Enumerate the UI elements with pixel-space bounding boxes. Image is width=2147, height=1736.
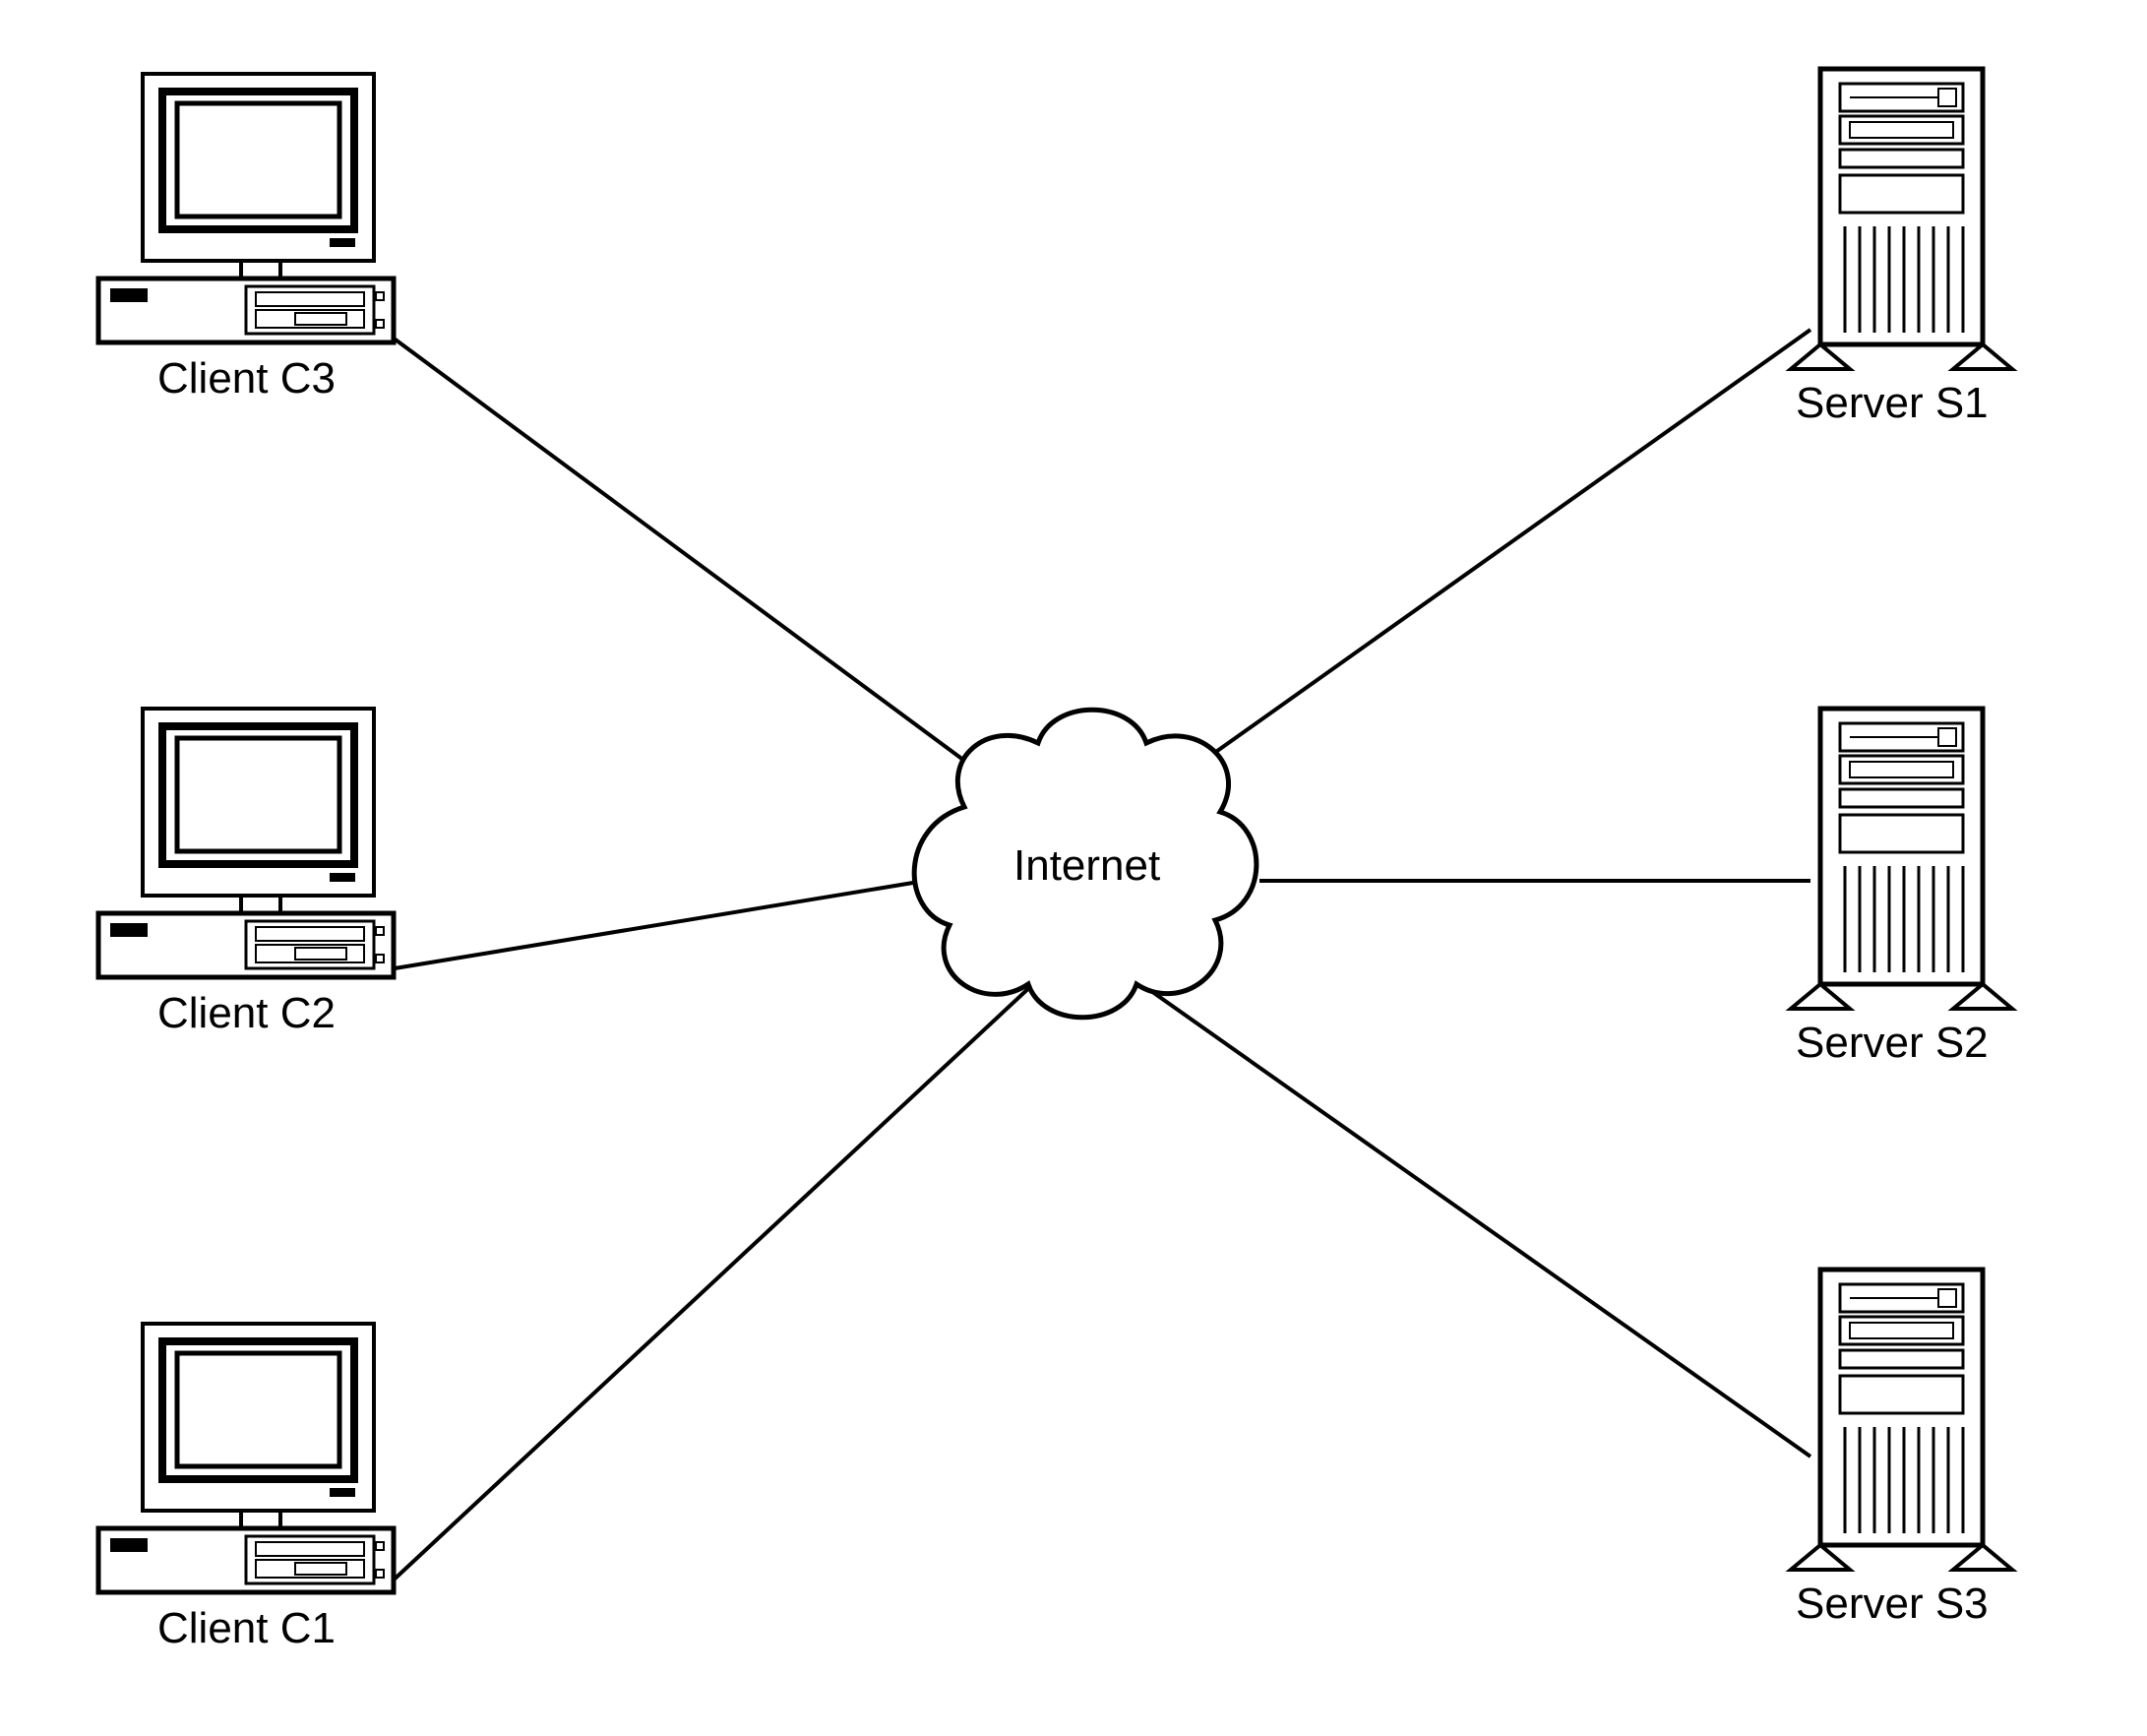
edge-c1-internet [389, 984, 1033, 1584]
client-c3-icon [98, 74, 394, 342]
server-s1-label: Server S1 [1796, 379, 1989, 428]
server-s2-icon [1791, 709, 2012, 1009]
client-c1-icon [98, 1324, 394, 1592]
edge-c3-internet [389, 335, 994, 782]
client-c2-label: Client C2 [157, 989, 336, 1038]
server-s2-label: Server S2 [1796, 1019, 1989, 1068]
edge-c2-internet [389, 881, 925, 969]
edge-s3-internet [1141, 984, 1810, 1457]
edge-s1-internet [1166, 330, 1810, 787]
client-c3-label: Client C3 [157, 354, 336, 403]
client-c2-icon [98, 709, 394, 977]
internet-label: Internet [1013, 841, 1160, 891]
client-c1-label: Client C1 [157, 1604, 336, 1653]
server-s3-icon [1791, 1270, 2012, 1570]
server-s3-label: Server S3 [1796, 1580, 1989, 1629]
server-s1-icon [1791, 69, 2012, 369]
